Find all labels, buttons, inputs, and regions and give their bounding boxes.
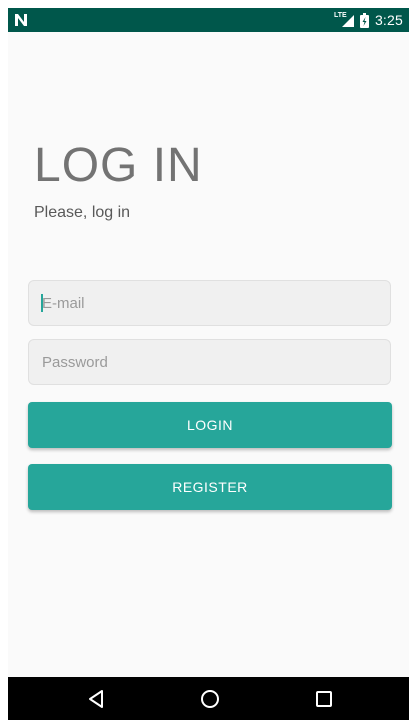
text-cursor bbox=[41, 294, 43, 312]
register-button[interactable]: REGISTER bbox=[28, 464, 392, 510]
clock: 3:25 bbox=[374, 12, 403, 28]
recents-button[interactable] bbox=[294, 677, 354, 720]
status-bar: LTE 3:25 bbox=[8, 8, 409, 32]
navigation-bar bbox=[8, 677, 409, 720]
lte-signal-icon: LTE bbox=[334, 12, 354, 28]
email-field[interactable] bbox=[28, 280, 391, 326]
page-title: LOG IN bbox=[34, 139, 203, 192]
recents-icon bbox=[316, 690, 332, 707]
battery-charging-icon bbox=[359, 12, 369, 28]
home-icon bbox=[201, 689, 219, 708]
password-field[interactable] bbox=[28, 339, 391, 385]
back-icon bbox=[89, 689, 103, 708]
login-button[interactable]: LOGIN bbox=[28, 402, 392, 448]
login-screen: LOG IN Please, log in LOGIN REGISTER bbox=[8, 32, 409, 677]
signal-icon bbox=[341, 15, 354, 27]
status-icons: LTE 3:25 bbox=[334, 8, 403, 32]
page-subtitle: Please, log in bbox=[34, 204, 131, 221]
phone-screen: LTE 3:25 LOG IN Please, log in LOGIN REG… bbox=[8, 8, 409, 720]
home-button[interactable] bbox=[180, 677, 240, 720]
n-notification-icon bbox=[15, 14, 27, 26]
back-button[interactable] bbox=[66, 677, 126, 720]
